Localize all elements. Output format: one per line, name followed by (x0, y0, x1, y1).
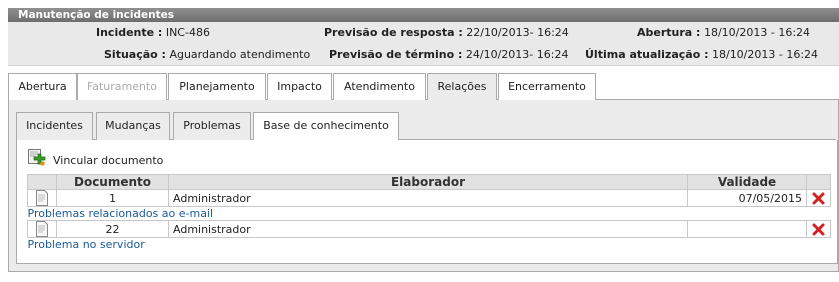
document-title-link[interactable]: Problema no servidor (28, 238, 145, 251)
tab-relacoes[interactable]: Relações (427, 73, 497, 101)
delete-icon[interactable] (812, 192, 825, 205)
status-field: Situação : Aguardando atendimento (104, 48, 311, 61)
last-update-field: Última atualização : 18/10/2013 - 16:24 (585, 48, 819, 61)
table-row-title: Problema no servidor (28, 238, 831, 252)
table-row-title: Problemas relacionados ao e-mail (28, 207, 831, 221)
document-icon (36, 190, 48, 206)
cell-documento: 1 (56, 189, 169, 207)
end-forecast-value: 24/10/2013- 16:24 (465, 48, 569, 61)
header-icon-col (27, 174, 57, 190)
knowledge-base-content: Vincular documento Documento Elaborador … (16, 140, 838, 264)
cell-elaborador: Administrador (168, 189, 688, 207)
response-forecast-value: 22/10/2013- 16:24 (466, 26, 569, 39)
header-documento: Documento (56, 174, 169, 190)
incident-field: Incidente : INC-486 (96, 26, 210, 39)
tab-impacto[interactable]: Impacto (267, 73, 332, 100)
tab-planejamento[interactable]: Planejamento (168, 73, 266, 100)
incident-value: INC-486 (165, 26, 210, 39)
tab-problemas[interactable]: Problemas (173, 112, 251, 140)
incident-info-panel: Incidente : INC-486 Situação : Aguardand… (8, 22, 839, 66)
tab-incidentes[interactable]: Incidentes (16, 112, 93, 140)
sub-tabs: Incidentes Mudanças Problemas Base de co… (16, 112, 836, 141)
response-forecast-field: Previsão de resposta : 22/10/2013- 16:24 (324, 26, 569, 39)
documents-table: Documento Elaborador Validade 1 Administ… (27, 174, 831, 252)
header-action-col (806, 174, 831, 190)
table-row[interactable]: 22 Administrador (27, 220, 831, 238)
table-header: Documento Elaborador Validade (27, 174, 831, 190)
header-elaborador: Elaborador (168, 174, 688, 190)
delete-icon[interactable] (812, 223, 825, 236)
table-row[interactable]: 1 Administrador 07/05/2015 (27, 189, 831, 207)
last-update-value: 18/10/2013 - 16:24 (711, 48, 819, 61)
tab-mudancas[interactable]: Mudanças (96, 112, 170, 140)
tab-abertura[interactable]: Abertura (8, 73, 77, 100)
add-document-icon[interactable] (27, 148, 46, 167)
cell-elaborador: Administrador (168, 220, 688, 238)
opening-field: Abertura : 18/10/2013 - 16:24 (637, 26, 811, 39)
link-document-button[interactable]: Vincular documento (53, 154, 163, 167)
opening-value: 18/10/2013 - 16:24 (703, 26, 811, 39)
tab-base-de-conhecimento[interactable]: Base de conhecimento (253, 112, 399, 141)
tab-atendimento[interactable]: Atendimento (333, 73, 426, 100)
tab-encerramento[interactable]: Encerramento (498, 73, 596, 100)
status-value: Aguardando atendimento (169, 48, 311, 61)
main-tabs: Abertura Faturamento Planejamento Impact… (8, 73, 839, 101)
cell-documento: 22 (56, 220, 169, 238)
tab-faturamento: Faturamento (77, 73, 167, 100)
cell-validade (687, 220, 807, 238)
window-title: Manutenção de incidentes (8, 8, 839, 22)
header-validade: Validade (687, 174, 807, 190)
document-title-link[interactable]: Problemas relacionados ao e-mail (28, 207, 214, 220)
end-forecast-field: Previsão de término : 24/10/2013- 16:24 (329, 48, 569, 61)
relations-panel: Incidentes Mudanças Problemas Base de co… (8, 100, 839, 272)
document-icon (36, 221, 48, 237)
cell-validade: 07/05/2015 (687, 189, 807, 207)
